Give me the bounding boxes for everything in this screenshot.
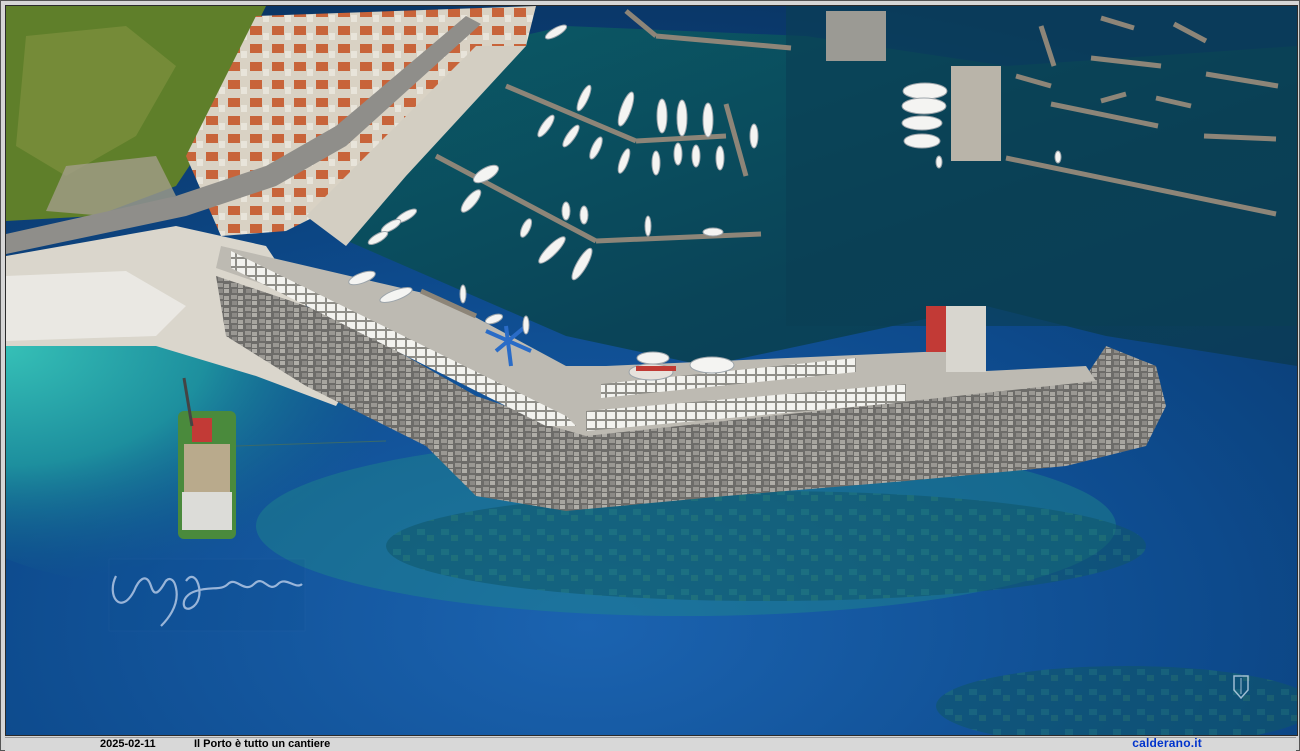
- site-link[interactable]: calderano.it: [1132, 737, 1202, 750]
- eastern-jetty: [951, 66, 1001, 161]
- submerged-blocks: [386, 491, 1146, 601]
- red-hull-stripe: [636, 366, 676, 371]
- harbour-scene: [6, 6, 1297, 735]
- image-frame: 2025-02-11 Il Porto è tutto un cantiere …: [0, 0, 1300, 751]
- red-building: [926, 306, 946, 352]
- pier-end-building: [946, 306, 986, 372]
- photo-title: Il Porto è tutto un cantiere: [194, 738, 331, 750]
- photo-date: 2025-02-11: [100, 738, 156, 750]
- eastern-rocks: [826, 11, 886, 61]
- aerial-harbour-photo: [5, 5, 1298, 736]
- caption-bar: 2025-02-11 Il Porto è tutto un cantiere …: [5, 737, 1296, 751]
- signature-watermark: [108, 558, 306, 632]
